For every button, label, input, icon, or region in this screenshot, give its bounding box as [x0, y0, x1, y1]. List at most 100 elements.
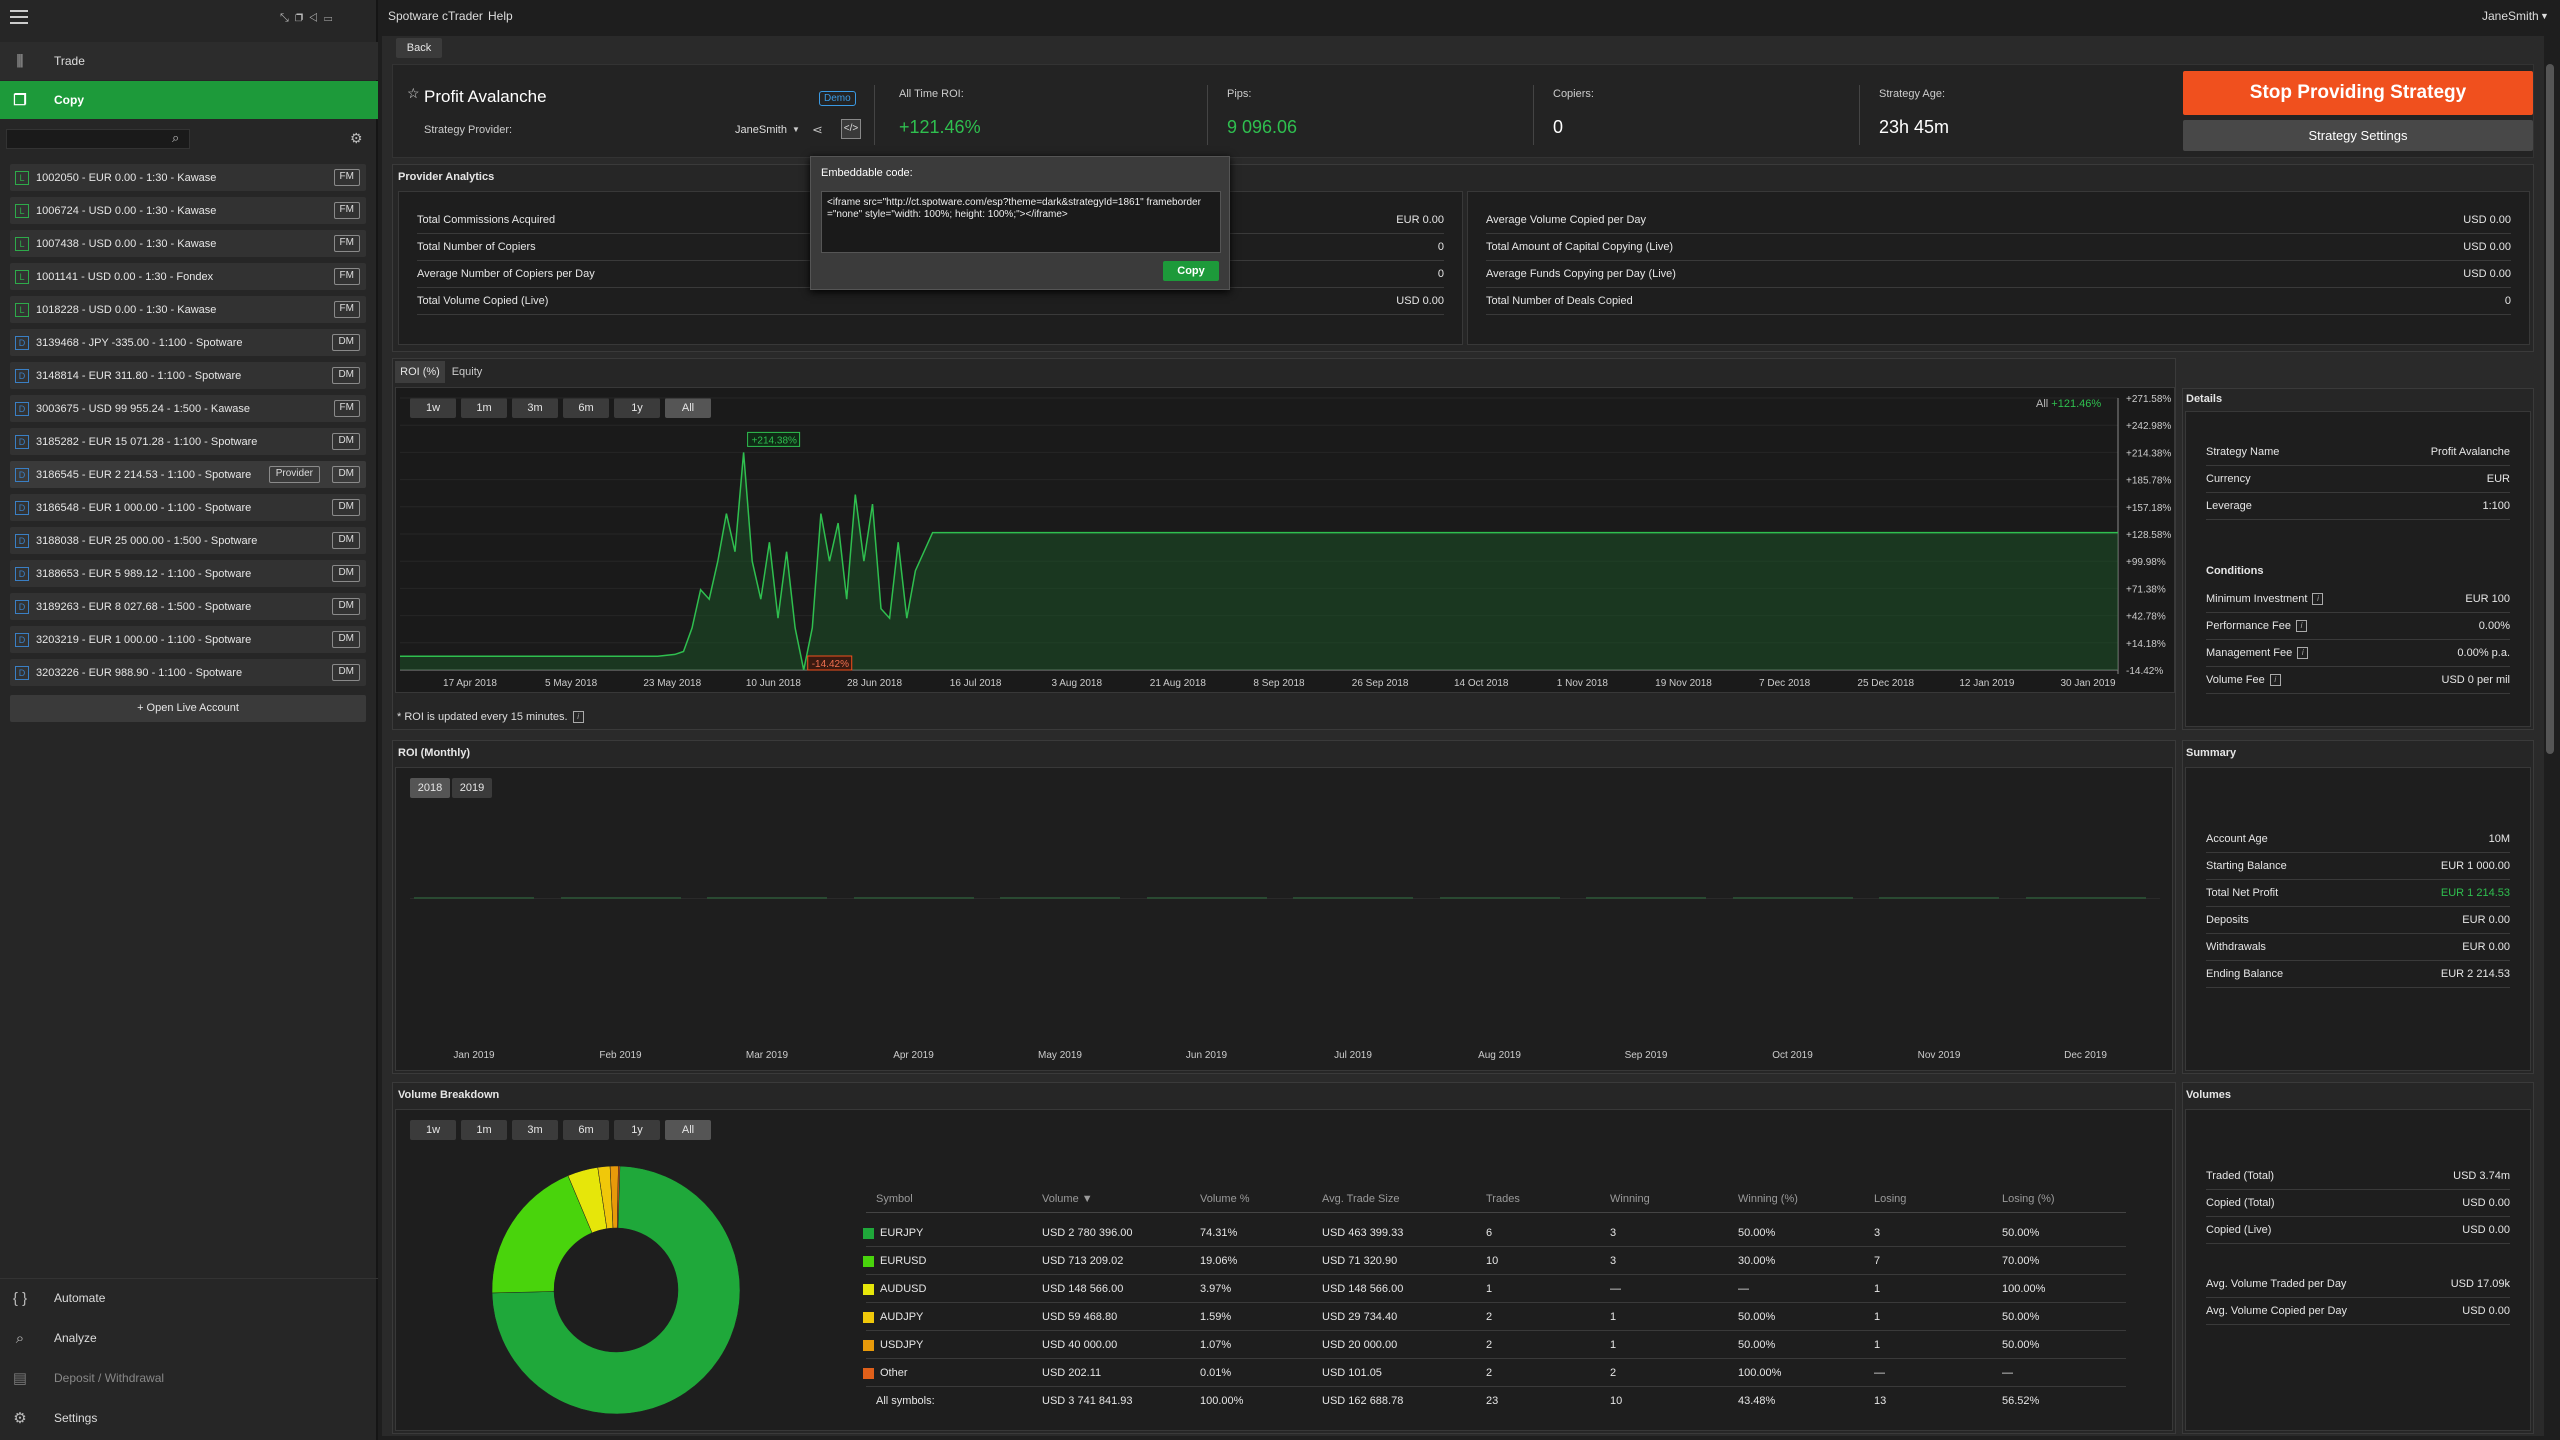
y-tick-label: -14.42%: [2126, 666, 2163, 677]
gear-icon[interactable]: ⚙: [350, 130, 363, 147]
column-header[interactable]: Trades: [1486, 1193, 1520, 1205]
scrollbar-thumb[interactable]: [2546, 64, 2554, 754]
strategy-provider-label: Strategy Provider:: [424, 124, 513, 136]
strategy-settings-button[interactable]: Strategy Settings: [2183, 120, 2533, 151]
range-button-6m[interactable]: 6m: [563, 1120, 609, 1140]
share-icon[interactable]: ⋖: [812, 122, 823, 138]
tab-roi[interactable]: ROI (%): [395, 361, 445, 383]
year-2019-button[interactable]: 2019: [452, 778, 492, 798]
chevron-down-icon[interactable]: ▼: [792, 125, 800, 134]
star-icon[interactable]: ☆: [407, 85, 420, 102]
range-button-1y[interactable]: 1y: [614, 1120, 660, 1140]
account-item[interactable]: D 3139468 - JPY -335.00 - 1:100 - Spotwar…: [10, 329, 366, 356]
info-icon[interactable]: i: [572, 711, 584, 724]
search-icon[interactable]: ⌕: [172, 130, 179, 146]
column-header[interactable]: Volume ▼: [1042, 1193, 1093, 1205]
account-broker-tag: DM: [332, 367, 360, 384]
provider-analytics-panel: Provider Analytics Total Commissions Acq…: [392, 164, 2534, 352]
account-item[interactable]: D 3148814 - EUR 311.80 - 1:100 - Spotware…: [10, 362, 366, 389]
account-broker-tag: DM: [332, 499, 360, 516]
account-broker-tag: DM: [332, 631, 360, 648]
column-header[interactable]: Winning (%): [1738, 1193, 1798, 1205]
menu-icon[interactable]: [10, 10, 28, 24]
column-header[interactable]: Volume %: [1200, 1193, 1250, 1205]
range-button-1w[interactable]: 1w: [410, 1120, 456, 1140]
embed-code-textarea[interactable]: <iframe src="http://ct.spotware.com/esp?…: [821, 191, 1221, 253]
summary-title: Summary: [2186, 747, 2237, 759]
account-item[interactable]: D 3188653 - EUR 5 989.12 - 1:100 - Spotwa…: [10, 560, 366, 587]
metric-value: EUR 1 000.00: [2440, 860, 2510, 872]
back-button[interactable]: Back: [396, 38, 442, 58]
account-item[interactable]: D 3188038 - EUR 25 000.00 - 1:500 - Spotw…: [10, 527, 366, 554]
info-icon[interactable]: i: [2312, 593, 2324, 606]
nav-analyze[interactable]: ⌕ Analyze: [0, 1319, 378, 1357]
user-menu[interactable]: JaneSmith: [2482, 9, 2539, 23]
details-inner: Strategy Name Profit Avalanche Currency EUR…: [2185, 411, 2531, 727]
account-item[interactable]: D 3186548 - EUR 1 000.00 - 1:100 - Spotwa…: [10, 494, 366, 521]
account-item[interactable]: D 3185282 - EUR 15 071.28 - 1:100 - Spotw…: [10, 428, 366, 455]
nav-deposit-withdrawal[interactable]: ▤ Deposit / Withdrawal: [0, 1359, 378, 1397]
table-cell: 3.97%: [1200, 1283, 1232, 1295]
scrollbar-track[interactable]: [2546, 64, 2554, 1434]
table-cell: USDJPY: [880, 1339, 924, 1351]
account-item[interactable]: D 3186545 - EUR 2 214.53 - 1:100 - Spotwa…: [10, 461, 366, 488]
metric-value: EUR: [2486, 473, 2510, 485]
account-item[interactable]: L 1018228 - USD 0.00 - 1:30 - Kawase FM: [10, 296, 366, 323]
account-item[interactable]: L 1006724 - USD 0.00 - 1:30 - Kawase FM: [10, 197, 366, 224]
table-cell: 1: [1486, 1283, 1493, 1295]
nav-trade[interactable]: ⫼ Trade: [0, 42, 378, 80]
condition-label-text: Volume Fee: [2206, 674, 2265, 686]
open-live-account-button[interactable]: + Open Live Account: [10, 695, 366, 722]
table-cell: —: [2002, 1367, 2013, 1379]
column-header[interactable]: Symbol: [876, 1193, 913, 1205]
nav-settings[interactable]: ⚙ Settings: [0, 1399, 378, 1437]
account-search-input[interactable]: [6, 129, 190, 149]
account-item[interactable]: D 3189263 - EUR 8 027.68 - 1:500 - Spotwa…: [10, 593, 366, 620]
stat-label: Copiers:: [1553, 88, 1594, 100]
column-header[interactable]: Avg. Trade Size: [1322, 1193, 1399, 1205]
month-label: Jun 2019: [1185, 1050, 1228, 1061]
monthly-bar: [1439, 897, 1560, 899]
nav-automate[interactable]: { } Automate: [0, 1279, 378, 1317]
column-header[interactable]: Losing (%): [2002, 1193, 2055, 1205]
account-item[interactable]: D 3203226 - EUR 988.90 - 1:100 - Spotware…: [10, 659, 366, 686]
help-menu[interactable]: Help: [488, 9, 513, 23]
account-label: 3203226 - EUR 988.90 - 1:100 - Spotware: [36, 666, 243, 679]
provider-name[interactable]: JaneSmith: [735, 124, 787, 136]
total-cell: 43.48%: [1738, 1395, 1776, 1407]
range-button-1m[interactable]: 1m: [461, 1120, 507, 1140]
copy-button[interactable]: Copy: [1163, 261, 1219, 281]
range-button-3m[interactable]: 3m: [512, 1120, 558, 1140]
tab-equity[interactable]: Equity: [447, 361, 487, 383]
account-broker-tag: FM: [333, 400, 360, 417]
range-button-all[interactable]: All: [665, 1120, 711, 1140]
metric-label: Total Amount of Capital Copying (Live): [1486, 241, 1674, 253]
nav-copy[interactable]: ❐ Copy: [0, 81, 378, 119]
year-2018-button[interactable]: 2018: [410, 778, 450, 798]
roi-chart: +271.58% +242.98% +214.38% +185.78% +157.18%…: [400, 394, 2171, 689]
table-cell: 2: [1486, 1311, 1493, 1323]
account-item[interactable]: L 1002050 - EUR 0.00 - 1:30 - Kawase FM: [10, 164, 366, 191]
account-item[interactable]: D 3203219 - EUR 1 000.00 - 1:100 - Spotwa…: [10, 626, 366, 653]
account-label: 3189263 - EUR 8 027.68 - 1:500 - Spotwar…: [36, 600, 252, 613]
info-icon[interactable]: i: [2269, 674, 2281, 687]
embed-code-icon[interactable]: </>: [841, 119, 861, 139]
table-cell: USD 71 320.90: [1322, 1255, 1398, 1267]
total-cell: 10: [1610, 1395, 1623, 1407]
table-cell: —: [1874, 1367, 1885, 1379]
column-header[interactable]: Winning: [1610, 1193, 1650, 1205]
column-header[interactable]: Losing: [1874, 1193, 1906, 1205]
account-item[interactable]: L 1001141 - USD 0.00 - 1:30 - Fondex FM: [10, 263, 366, 290]
table-cell: USD 202.11: [1042, 1367, 1102, 1379]
account-item[interactable]: D 3003675 - USD 99 955.24 - 1:500 - Kawas…: [10, 395, 366, 422]
info-icon[interactable]: i: [2295, 620, 2307, 633]
stop-providing-strategy-button[interactable]: Stop Providing Strategy: [2183, 71, 2533, 115]
window-controls-icons[interactable]: ⤡❐◁▭: [280, 12, 338, 25]
info-icon[interactable]: i: [2297, 647, 2309, 660]
account-item[interactable]: L 1007438 - USD 0.00 - 1:30 - Kawase FM: [10, 230, 366, 257]
settings-icon: ⚙: [13, 1410, 27, 1427]
chevron-down-icon[interactable]: ▼: [2540, 11, 2549, 21]
account-label: 3188653 - EUR 5 989.12 - 1:100 - Spotwar…: [36, 567, 252, 580]
symbol-color-swatch: [863, 1228, 874, 1239]
y-tick-label: +242.98%: [2126, 421, 2171, 432]
